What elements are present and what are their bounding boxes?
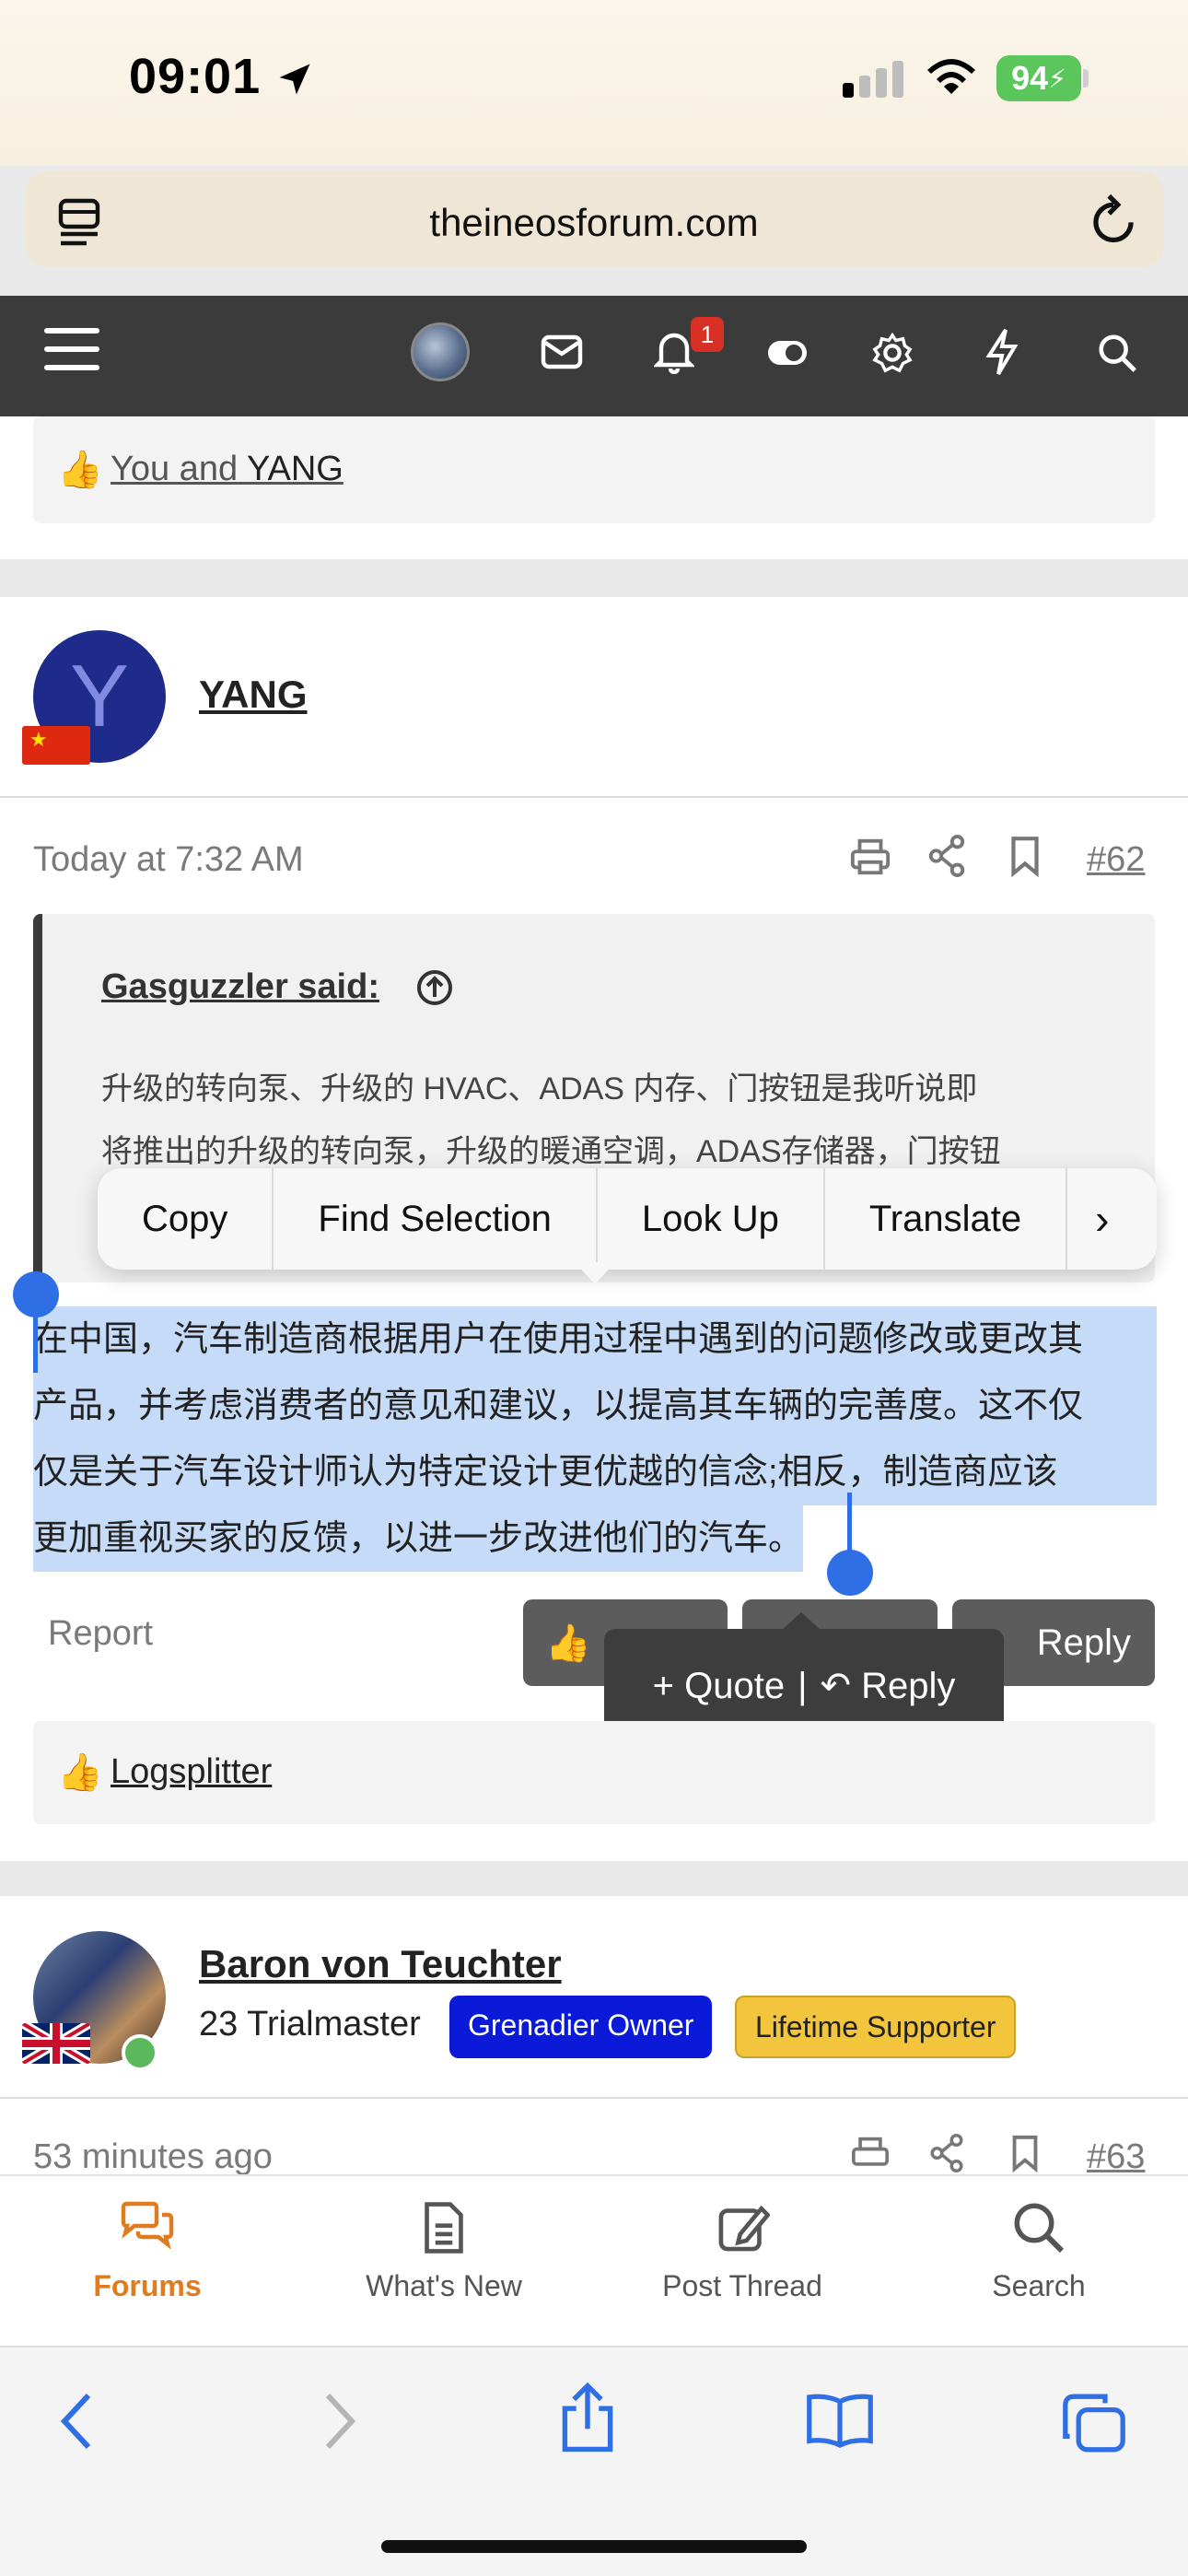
online-status-icon [122,2034,158,2071]
menu-copy[interactable]: Copy [98,1168,274,1270]
share-icon[interactable] [926,835,967,877]
gear-icon[interactable] [871,332,914,374]
china-flag-icon: ★ [22,726,90,765]
post-62-number[interactable]: #62 [1087,840,1145,880]
tab-search[interactable]: Search [919,2200,1159,2303]
menu-more-chevron-icon[interactable]: › [1067,1168,1136,1270]
quote-author[interactable]: Gasguzzler said: [101,967,379,1007]
cellular-signal-icon [843,61,903,98]
thumbs-up-icon: 👍 [57,450,103,490]
print-icon[interactable] [849,837,891,877]
home-indicator [381,2540,807,2553]
popup-pointer [781,1612,821,1631]
forward-icon[interactable] [320,2392,357,2451]
thumbs-up-icon: 👍 [57,1752,103,1793]
popup-separator: | [798,1665,808,1706]
wifi-icon [927,59,975,94]
notification-badge: 1 [691,317,724,352]
popup-quote[interactable]: + Quote [653,1666,785,1707]
quote-line: 升级的转向泵、升级的 HVAC、ADAS 内存、门按钮是我听说即 [101,1071,978,1107]
report-link[interactable]: Report [48,1614,153,1654]
lightning-icon[interactable] [985,328,1019,376]
divider [0,2097,1188,2099]
reply-button-label: Reply [1036,1622,1131,1663]
bookmark-icon[interactable] [1009,2134,1041,2172]
badge-lifetime-supporter: Lifetime Supporter [735,1996,1017,2058]
body-line: 仅是关于汽车设计师认为特定设计更优越的信念;相反，制造商应该 [33,1439,1157,1505]
location-arrow-icon [279,64,310,95]
share-icon[interactable] [926,2134,967,2172]
popup-reply[interactable]: ↶ Reply [820,1665,955,1707]
divider [0,796,1188,798]
tab-whats-new[interactable]: What's New [324,2200,564,2303]
body-line: 更加重视买家的反馈，以进一步改进他们的汽车。 [33,1505,804,1572]
post-62-reaction-user[interactable]: Logsplitter [111,1752,272,1792]
compose-icon [718,2205,771,2252]
reload-icon[interactable] [1087,192,1140,249]
uk-flag-icon [22,2023,90,2064]
post-63-number[interactable]: #63 [1087,2137,1145,2177]
mail-icon[interactable] [540,334,584,370]
reaction-list[interactable]: You and YANG [111,450,344,489]
tab-post-thread-label: Post Thread [662,2269,822,2302]
body-line: 在中国，汽车制造商根据用户在使用过程中遇到的问题修改或更改其 [33,1306,1157,1373]
bookmark-icon[interactable] [1009,835,1041,877]
post-63-timestamp[interactable]: 53 minutes ago [33,2137,273,2177]
tab-post-thread[interactable]: Post Thread [623,2200,862,2303]
url-text[interactable]: theineosforum.com [0,201,1188,245]
tab-search-label: Search [992,2269,1086,2302]
document-icon [425,2202,463,2254]
reply-arrow-icon: ↶ [820,1666,851,1706]
tab-whats-new-label: What's New [366,2269,522,2302]
menu-find-selection[interactable]: Find Selection [274,1168,598,1270]
tabs-icon[interactable] [1061,2392,1127,2454]
tab-forums-label: Forums [93,2269,202,2302]
reaction-prefix: You and [111,450,239,488]
post-63-user-title: 23 Trialmaster [199,2005,421,2043]
print-icon[interactable] [849,2136,891,2172]
post-62-body[interactable]: 在中国，汽车制造商根据用户在使用过程中遇到的问题修改或更改其 产品，并考虑消费者… [33,1306,1157,1572]
quote-line: 将推出的升级的转向泵，升级的暖通空调，ADAS存储器，门按钮 [101,1134,1001,1169]
text-selection-menu: Copy Find Selection Look Up Translate › [98,1168,1157,1270]
post-63-username[interactable]: Baron von Teuchter [199,1942,562,1986]
post-62-username[interactable]: YANG [199,673,308,717]
bookmarks-icon[interactable] [805,2392,875,2451]
chat-bubbles-icon [121,2201,174,2250]
share-sheet-icon[interactable] [558,2381,617,2454]
selection-end-handle[interactable] [827,1550,873,1596]
menu-pointer [575,1262,615,1284]
menu-translate[interactable]: Translate [825,1168,1068,1270]
search-icon [1014,2203,1065,2254]
battery-cap [1083,69,1089,88]
battery-indicator: 94 ⚡ [996,55,1081,101]
back-icon[interactable] [59,2392,96,2451]
tab-forums[interactable]: Forums [28,2200,267,2303]
bell-icon[interactable] [654,328,694,374]
search-icon[interactable] [1096,332,1138,374]
body-line: 产品，并考虑消费者的意见和建议，以提高其车辆的完善度。这不仅 [33,1373,1157,1439]
badge-grenadier-owner: Grenadier Owner [449,1996,713,2058]
reaction-user[interactable]: YANG [247,450,344,488]
selection-start-bar [33,1308,38,1373]
status-time: 09:01 [129,49,262,104]
arrow-up-circle-icon[interactable] [416,969,453,1006]
toggle-theme-icon[interactable] [766,337,809,369]
thumbs-up-icon: 👍 [545,1622,591,1664]
user-avatar[interactable] [411,322,470,381]
menu-look-up[interactable]: Look Up [598,1168,825,1270]
hamburger-menu-icon[interactable] [44,328,99,383]
post-62-timestamp[interactable]: Today at 7:32 AM [33,840,304,880]
